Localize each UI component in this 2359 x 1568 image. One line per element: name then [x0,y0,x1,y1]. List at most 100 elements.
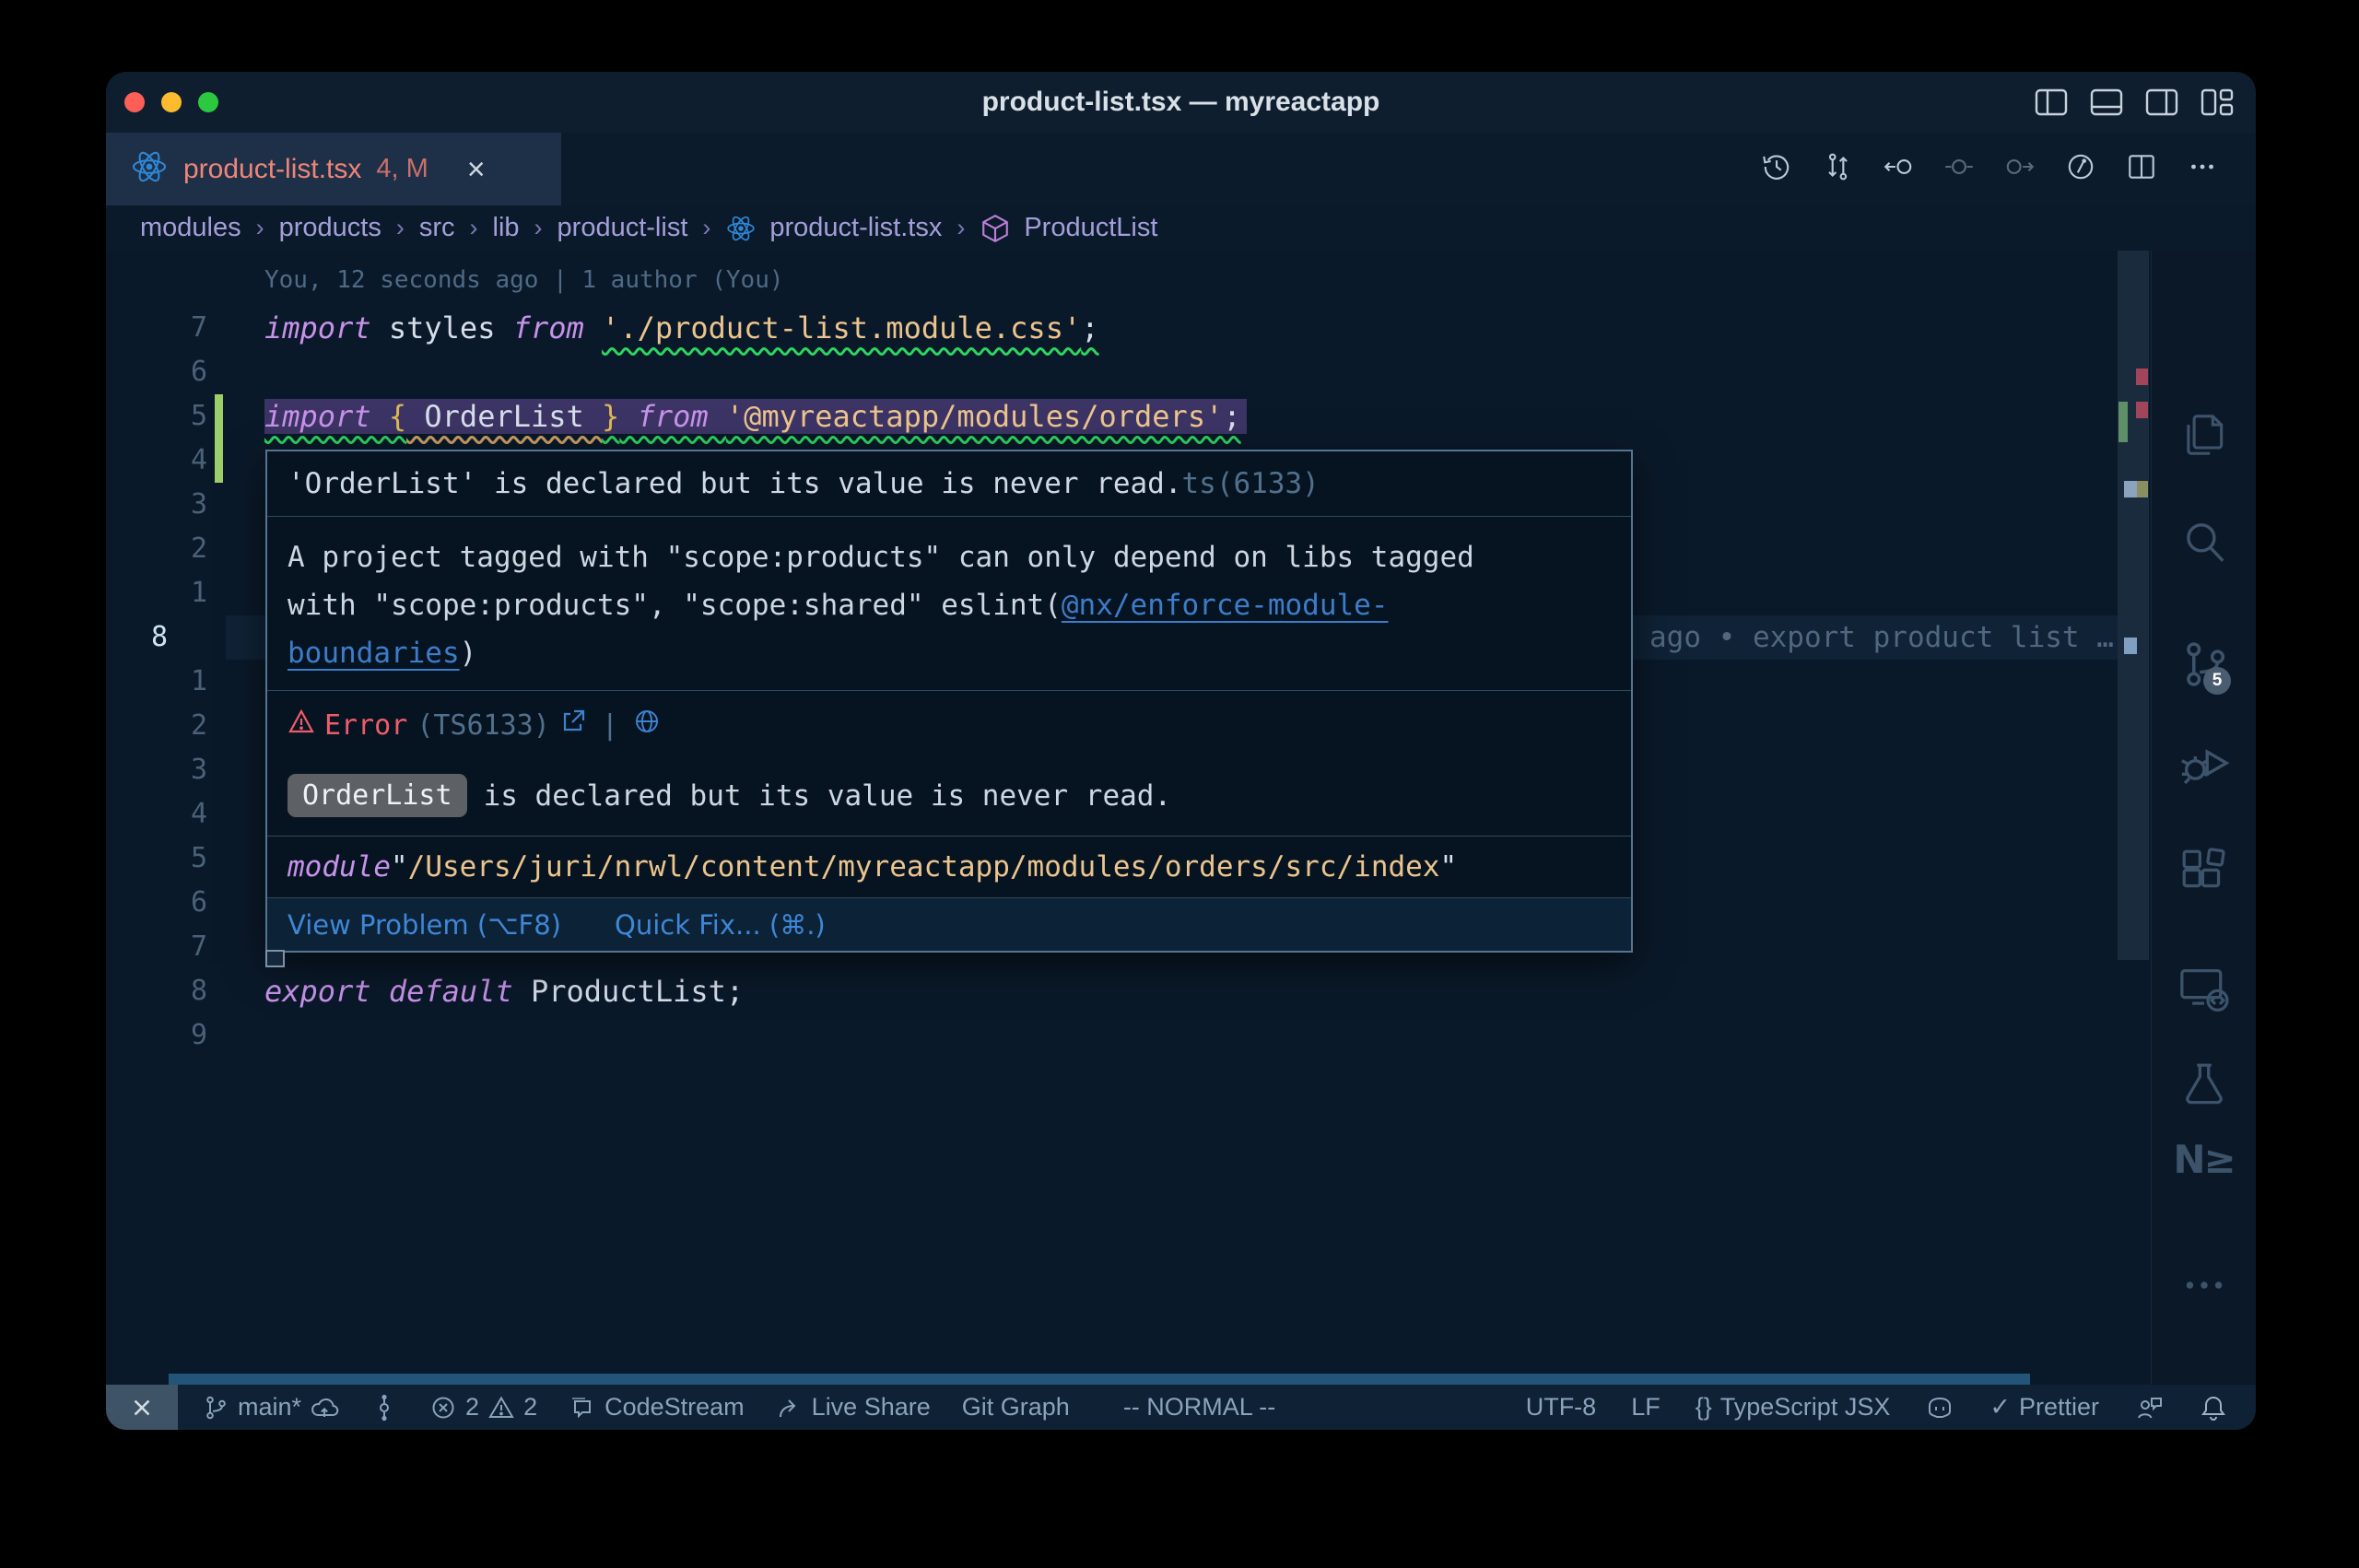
vertical-scrollbar[interactable] [2118,251,2149,960]
keyword: import [264,310,371,345]
language-label: TypeScript JSX [1720,1393,1891,1422]
extensions-icon[interactable] [2178,846,2230,902]
copilot-item[interactable] [1925,1394,1954,1422]
line-number: 8 [106,969,264,1013]
cursor-marker [2124,481,2137,497]
feedback-item[interactable] [2134,1394,2164,1422]
line-number: 7 [106,306,264,350]
diagnostic-code: ts(6133) [1182,467,1320,500]
next-change-icon[interactable] [2003,150,2036,188]
line-number: 5 [106,394,264,439]
compare-changes-icon[interactable] [1821,150,1854,188]
split-editor-icon[interactable] [2125,150,2158,188]
space [584,310,602,345]
explorer-icon[interactable] [2178,409,2230,465]
test-beaker-icon[interactable] [2178,1059,2230,1116]
breadcrumb-lib[interactable]: lib [493,213,520,243]
encoding-item[interactable]: UTF-8 [1526,1393,1597,1422]
line-number: 4 [106,792,264,837]
vim-mode-label: -- NORMAL -- [1123,1393,1275,1422]
vim-mode-indicator[interactable]: -- NORMAL -- [1123,1393,1275,1422]
git-branch-item[interactable]: main* [202,1393,339,1422]
problems-item[interactable]: 2 2 [429,1393,537,1422]
language-item[interactable]: {} TypeScript JSX [1696,1393,1891,1422]
identifier: styles [371,310,513,345]
brace: } [602,399,619,434]
open-external-icon[interactable] [559,708,587,743]
error-label: Error [324,709,407,742]
more-views-icon[interactable] [2178,1259,2230,1316]
history-icon[interactable] [1760,150,1793,188]
breadcrumb-file[interactable]: product-list.tsx [769,213,942,243]
chevron-right-icon: › [468,214,480,242]
braces-icon: {} [1696,1393,1712,1422]
git-graph-item[interactable]: Git Graph [962,1393,1070,1422]
timeline-icon[interactable] [2064,150,2097,188]
breadcrumb: modules › products › src › lib › product… [106,205,2256,251]
tab-close-icon[interactable]: × [467,154,486,185]
live-share-item[interactable]: Live Share [776,1393,931,1422]
run-debug-icon[interactable] [2177,737,2231,795]
activity-bar: 5 N≥ 1 [2151,251,2256,1385]
breadcrumb-product-list[interactable]: product-list [557,213,688,243]
commit-graph-item[interactable] [370,1394,398,1422]
horizontal-scrollbar[interactable] [169,1374,2030,1385]
editor-toolbar [1760,133,2219,205]
toggle-secondary-sidebar-icon[interactable] [2145,88,2178,116]
error-marker [2136,402,2148,418]
quick-fix-action[interactable]: Quick Fix... (⌘.) [615,909,826,941]
breadcrumb-symbol[interactable]: ProductList [1024,213,1157,243]
error-marker [2136,369,2148,385]
code-line-import-orderlist: import { OrderList } from '@myreactapp/m… [264,394,1247,439]
codestream-item[interactable]: CodeStream [569,1393,745,1422]
tab-product-list[interactable]: product-list.tsx 4, M × [106,133,561,205]
identifier: ProductList [531,974,726,1009]
title-bar: product-list.tsx — myreactapp [106,72,2256,133]
line-number: 9 [106,1013,264,1058]
chip-message: is declared but its value is never read. [484,779,1172,813]
codestream-label: CodeStream [604,1393,745,1422]
code-editor[interactable]: 7 6 5 4 3 2 1 8 1 2 3 4 5 6 7 8 9 ago • … [106,251,2151,1385]
prettier-item[interactable]: ✓ Prettier [1989,1393,2099,1422]
window-title: product-list.tsx — myreactapp [106,87,2256,118]
warning-triangle-icon [288,708,315,743]
git-modified-gutter-bar [215,394,223,483]
remote-explorer-icon[interactable] [2177,962,2231,1020]
selection-marker [2124,638,2137,654]
view-problem-action[interactable]: View Problem (⌥F8) [288,909,561,941]
code-line-import-styles: import styles from './product-list.modul… [264,306,1098,350]
module-keyword: module [288,850,391,883]
toggle-sidebar-icon[interactable] [2035,88,2068,116]
eslint-rule-link[interactable]: @nx/enforce-module- [1062,589,1389,622]
globe-icon[interactable] [633,708,661,743]
search-icon[interactable] [2178,518,2230,574]
nx-console-icon[interactable]: N≥ [2173,1137,2234,1182]
toggle-panel-icon[interactable] [2090,88,2123,116]
git-codelens[interactable]: You, 12 seconds ago | 1 author (You) [264,260,784,300]
quote: " [1439,850,1457,883]
customize-layout-icon[interactable] [2201,88,2234,116]
eslint-rule-link[interactable]: boundaries [288,637,460,670]
tab-problem-badge: 4, M [376,154,428,184]
inline-blame-annotation: ago • export product list … [1649,615,2114,660]
encoding-label: UTF-8 [1526,1393,1597,1422]
eol-label: LF [1631,1393,1661,1422]
remote-indicator[interactable] [106,1385,178,1430]
line-number: 5 [106,837,264,881]
notifications-item[interactable] [2199,1393,2228,1422]
line-number: 6 [106,881,264,925]
breadcrumb-modules[interactable]: modules [140,213,241,243]
popup-resize-handle[interactable] [265,950,285,967]
chevron-right-icon: › [700,214,712,242]
vscode-window: product-list.tsx — myreactapp product-li… [106,72,2256,1430]
more-actions-icon[interactable] [2186,150,2219,188]
keyword: from [513,310,584,345]
symbol-cube-icon [980,213,1011,244]
punctuation: ; [726,974,744,1009]
previous-change-icon[interactable] [1882,150,1915,188]
eol-item[interactable]: LF [1631,1393,1661,1422]
breadcrumb-src[interactable]: src [419,213,455,243]
breadcrumb-products[interactable]: products [279,213,381,243]
current-change-icon[interactable] [1942,150,1976,188]
tab-filename: product-list.tsx [183,154,361,185]
